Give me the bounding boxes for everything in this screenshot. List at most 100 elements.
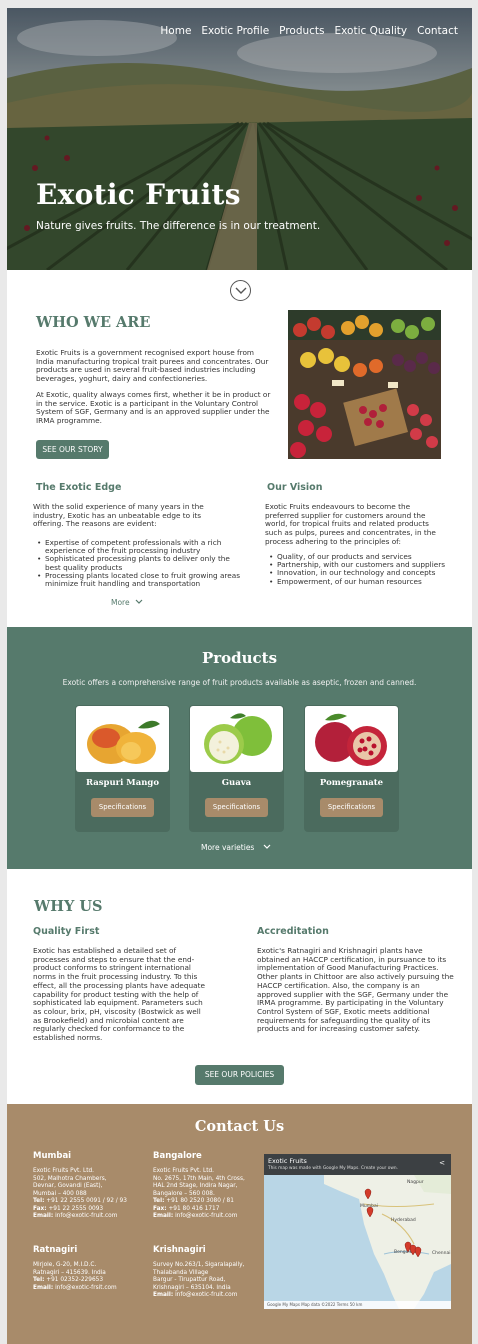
nav-contact-link[interactable]: Contact: [417, 25, 458, 37]
more-varieties-link[interactable]: More varieties: [201, 843, 271, 852]
tel-label: Tel:: [33, 1198, 45, 1204]
address-line: Mumbai – 400 088: [33, 1190, 87, 1197]
tel-label: Tel:: [33, 1277, 45, 1283]
fruit-market-image: [288, 310, 441, 459]
hero-subtitle: Nature gives fruits. The difference is i…: [36, 220, 321, 232]
email-link[interactable]: info@exotic-fruit.com: [175, 1292, 237, 1298]
mango-image: [76, 706, 169, 772]
address-line: Ratnagiri – 415639. India: [33, 1269, 106, 1276]
office-city: Bangalore: [153, 1151, 202, 1161]
address-line: Thalabanda Village: [153, 1269, 209, 1276]
nav-exotic-profile-link[interactable]: Exotic Profile: [201, 25, 269, 37]
see-our-policies-button[interactable]: SEE OUR POLICIES: [195, 1065, 284, 1085]
product-name: Raspuri Mango: [85, 778, 160, 788]
exotic-edge-list: Expertise of competent professionals wit…: [36, 538, 248, 588]
email-link[interactable]: info@exotic-fruit.com: [55, 1213, 117, 1219]
nav-products-link[interactable]: Products: [279, 25, 324, 37]
accreditation-text: Exotic's Ratnagiri and Krishnagiri plant…: [257, 946, 454, 1034]
fax-value: +91 80 416 1717: [168, 1205, 220, 1212]
guava-image: [190, 706, 283, 772]
office-mumbai: Mumbai Exotic Fruits Pvt. Ltd. 502, Malh…: [33, 1151, 148, 1221]
email-label: Email:: [33, 1213, 54, 1219]
specifications-button[interactable]: Specifications: [91, 798, 154, 817]
tel-value: +91 80 2520 3080 / 81: [166, 1198, 234, 1204]
email-line: Email: info@exotic-fruit.com: [153, 1292, 261, 1300]
specifications-button[interactable]: Specifications: [205, 798, 268, 817]
product-name: Pomegranate: [319, 778, 384, 788]
map-pin-icon: [364, 1188, 372, 1200]
who-paragraph-2: At Exotic, quality always comes first, w…: [36, 390, 271, 426]
hero-banner: Home Exotic Profile Products Exotic Qual…: [7, 8, 472, 270]
more-label: More: [111, 598, 130, 607]
see-our-story-button[interactable]: SEE OUR STORY: [36, 440, 109, 459]
address-line: Mirjole, G-20, M.I.D.C.: [33, 1262, 97, 1268]
tel-label: Tel:: [153, 1198, 165, 1204]
page: Home Exotic Profile Products Exotic Qual…: [7, 8, 472, 1344]
list-item: Expertise of competent professionals wit…: [36, 538, 248, 555]
products-subtitle: Exotic offers a comprehensive range of f…: [62, 678, 417, 687]
office-bangalore: Bangalore Exotic Fruits Pvt. Ltd. No. 26…: [153, 1151, 261, 1221]
list-item: Processing plants located close to fruit…: [36, 571, 248, 588]
quality-first-text: Exotic has established a detailed set of…: [33, 946, 205, 1043]
address-line: Exotic Fruits Pvt. Ltd.: [33, 1168, 95, 1174]
why-us-heading: WHY US: [34, 898, 103, 915]
address-line: Survey No.263/1, Sigaralapally,: [153, 1262, 245, 1268]
hero-title: Exotic Fruits: [36, 178, 241, 211]
products-heading: Products: [201, 649, 278, 667]
our-vision-heading: Our Vision: [267, 482, 323, 493]
more-varieties-label: More varieties: [201, 843, 255, 852]
office-city: Krishnagiri: [153, 1245, 206, 1255]
exotic-edge-text: With the solid experience of many years …: [33, 502, 204, 529]
scroll-down-button[interactable]: [230, 280, 251, 301]
address-line: Krishnagiri – 635104. India: [153, 1284, 231, 1291]
who-paragraph-1: Exotic Fruits is a government recognised…: [36, 348, 269, 384]
who-we-are-heading: WHO WE ARE: [36, 314, 151, 331]
email-label: Email:: [153, 1213, 174, 1219]
fax-value: +91 22 2555 0093: [48, 1205, 104, 1212]
email-label: Email:: [153, 1292, 174, 1298]
phone-line: Tel: +91 22 2555 0091 / 92 / 93: [33, 1198, 148, 1206]
map-footer: Google My Maps Map data ©2022 Terms 50 k…: [264, 1301, 451, 1309]
contact-section: Contact Us Mumbai Exotic Fruits Pvt. Ltd…: [7, 1104, 472, 1344]
email-link[interactable]: info@exotic-frsit.com: [55, 1285, 117, 1291]
email-link[interactable]: info@exotic-fruit.com: [175, 1213, 237, 1219]
tel-value: +91 02352-229653: [46, 1277, 104, 1283]
address-line: No. 2675, 17th Main, 4th Cross,: [153, 1175, 245, 1182]
email-line: Email: info@exotic-frsit.com: [33, 1285, 148, 1293]
fax-line: Fax: +91 22 2555 0093: [33, 1206, 148, 1214]
map-pin-icon: [366, 1206, 374, 1218]
address-line: Exotic Fruits Pvt. Ltd.: [153, 1168, 215, 1174]
map-pins: [364, 1188, 422, 1258]
address-line: Bangalore – 560 008.: [153, 1190, 215, 1197]
google-map-embed[interactable]: Exotic Fruits This map was made with Goo…: [264, 1154, 451, 1309]
list-item: Sophisticated processing plants to deliv…: [36, 555, 248, 572]
office-city: Ratnagiri: [33, 1245, 78, 1255]
pomegranate-image: [305, 706, 398, 772]
address-line: Bargur - Tirupattur Road,: [153, 1277, 226, 1283]
fax-label: Fax:: [33, 1205, 47, 1212]
chevron-down-icon: [263, 844, 271, 849]
accreditation-heading: Accreditation: [257, 926, 329, 937]
our-vision-text: Exotic Fruits endeavours to become the p…: [265, 502, 436, 546]
email-label: Email:: [33, 1284, 54, 1291]
specifications-button[interactable]: Specifications: [320, 798, 383, 817]
product-card-mango[interactable]: Raspuri Mango Specifications: [75, 705, 170, 832]
address-line: 502, Malhotra Chambers,: [33, 1175, 107, 1182]
more-link[interactable]: More: [111, 598, 143, 607]
chevron-down-icon: [135, 599, 143, 604]
product-name: Guava: [221, 778, 252, 788]
office-krishnagiri: Krishnagiri Survey No.263/1, Sigaralapal…: [153, 1245, 261, 1300]
tel-value: +91 22 2555 0091 / 92 / 93: [46, 1198, 127, 1204]
product-card-guava[interactable]: Guava Specifications: [189, 705, 284, 832]
top-nav: Home Exotic Profile Products Exotic Qual…: [160, 25, 458, 37]
quality-first-heading: Quality First: [33, 926, 100, 937]
address-line: Devnar, Govandi (East),: [33, 1183, 103, 1189]
email-line: Email: info@exotic-fruit.com: [33, 1213, 148, 1221]
email-line: Email: info@exotic-fruit.com: [153, 1213, 261, 1221]
product-card-pomegranate[interactable]: Pomegranate Specifications: [304, 705, 399, 832]
list-item: Empowerment, of our human resources: [268, 577, 453, 586]
nav-exotic-quality-link[interactable]: Exotic Quality: [335, 25, 408, 37]
our-vision-list: Quality, of our products and services Pa…: [268, 552, 453, 586]
fax-label: Fax:: [153, 1205, 167, 1212]
nav-home-link[interactable]: Home: [160, 25, 191, 37]
